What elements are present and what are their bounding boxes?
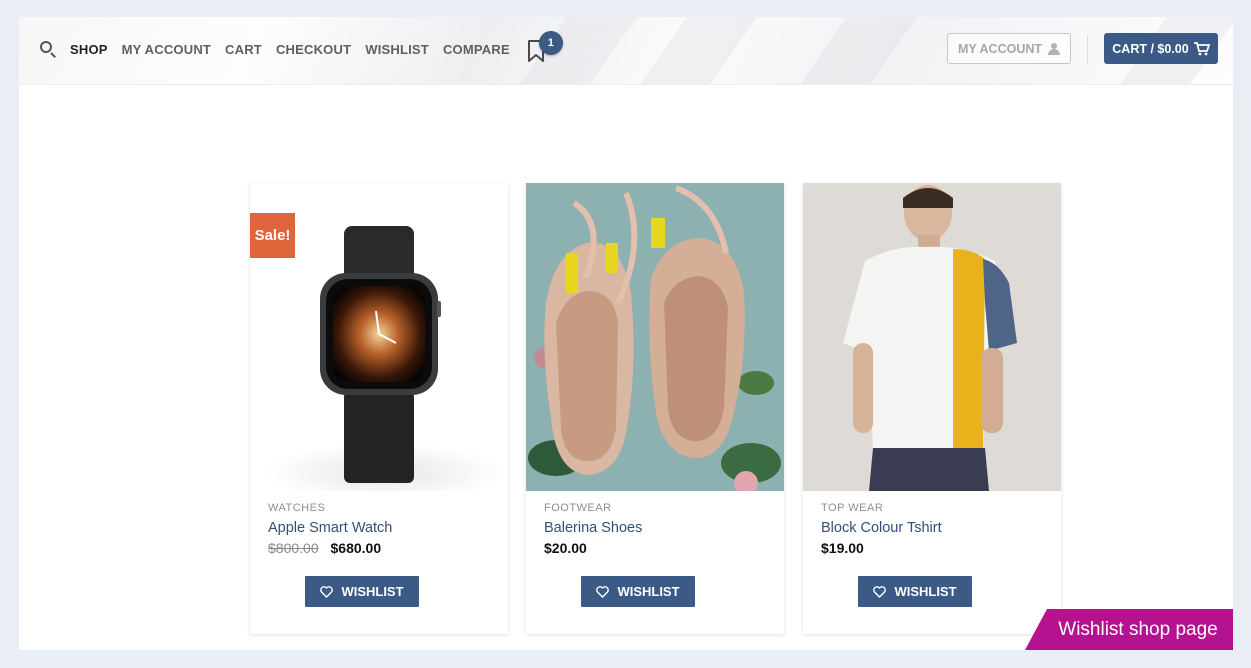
user-icon — [1048, 42, 1061, 55]
add-to-wishlist-button[interactable]: WISHLIST — [858, 576, 972, 607]
nav-item-cart[interactable]: CART — [225, 42, 262, 57]
cart-label: CART / $0.00 — [1112, 41, 1189, 56]
sale-badge: Sale! — [250, 213, 295, 258]
product-price: $20.00 — [544, 540, 587, 556]
header-divider — [1087, 35, 1088, 63]
add-to-wishlist-button[interactable]: WISHLIST — [305, 576, 419, 607]
search-icon[interactable] — [39, 40, 57, 58]
product-old-price: $800.00 — [268, 540, 319, 556]
product-card[interactable]: TOP WEAR Block Colour Tshirt $19.00 WISH… — [803, 183, 1061, 634]
ribbon-label: Wishlist shop page — [1058, 618, 1218, 640]
site-header: SHOP MY ACCOUNT CART CHECKOUT WISHLIST C… — [19, 17, 1233, 85]
page-caption-ribbon: Wishlist shop page — [1025, 609, 1233, 650]
wishlist-button-label: WISHLIST — [617, 584, 680, 599]
product-image[interactable] — [526, 183, 784, 491]
product-title[interactable]: Apple Smart Watch — [268, 520, 392, 536]
product-sale-price: $19.00 — [821, 540, 864, 556]
product-image[interactable]: Sale! — [250, 183, 508, 491]
nav-item-shop[interactable]: SHOP — [70, 42, 108, 57]
heart-icon — [873, 585, 887, 598]
product-card[interactable]: FOOTWEAR Balerina Shoes $20.00 WISHLIST — [526, 183, 784, 634]
my-account-button[interactable]: MY ACCOUNT — [947, 33, 1071, 64]
main-nav: SHOP MY ACCOUNT CART CHECKOUT WISHLIST C… — [39, 17, 563, 81]
heart-icon — [320, 585, 334, 598]
wishlist-button-label: WISHLIST — [341, 584, 404, 599]
cart-icon — [1193, 41, 1210, 55]
product-price: $19.00 — [821, 540, 864, 556]
wishlist-button-label: WISHLIST — [894, 584, 957, 599]
nav-item-compare[interactable]: COMPARE — [443, 42, 510, 57]
product-price: $800.00 $680.00 — [268, 540, 381, 556]
product-image[interactable] — [803, 183, 1061, 491]
product-sale-price: $680.00 — [330, 540, 382, 556]
product-category[interactable]: WATCHES — [268, 502, 325, 514]
product-title[interactable]: Balerina Shoes — [544, 520, 642, 536]
nav-item-wishlist[interactable]: WISHLIST — [365, 42, 429, 57]
wishlist-counter[interactable]: 1 — [526, 31, 563, 63]
nav-item-checkout[interactable]: CHECKOUT — [276, 42, 351, 57]
product-category[interactable]: FOOTWEAR — [544, 502, 612, 514]
page-frame: SHOP MY ACCOUNT CART CHECKOUT WISHLIST C… — [19, 17, 1233, 650]
product-sale-price: $20.00 — [544, 540, 587, 556]
my-account-label: MY ACCOUNT — [957, 41, 1043, 56]
heart-icon — [596, 585, 610, 598]
wishlist-count-badge: 1 — [538, 31, 563, 55]
add-to-wishlist-button[interactable]: WISHLIST — [581, 576, 695, 607]
header-decoration — [616, 17, 772, 84]
product-card[interactable]: Sale! WATCHES Apple Smart Watch $800.00 … — [250, 183, 508, 634]
header-decoration — [776, 17, 932, 84]
cart-button[interactable]: CART / $0.00 — [1104, 33, 1218, 64]
product-title[interactable]: Block Colour Tshirt — [821, 520, 942, 536]
product-category[interactable]: TOP WEAR — [821, 502, 883, 514]
nav-item-my-account[interactable]: MY ACCOUNT — [122, 42, 211, 57]
